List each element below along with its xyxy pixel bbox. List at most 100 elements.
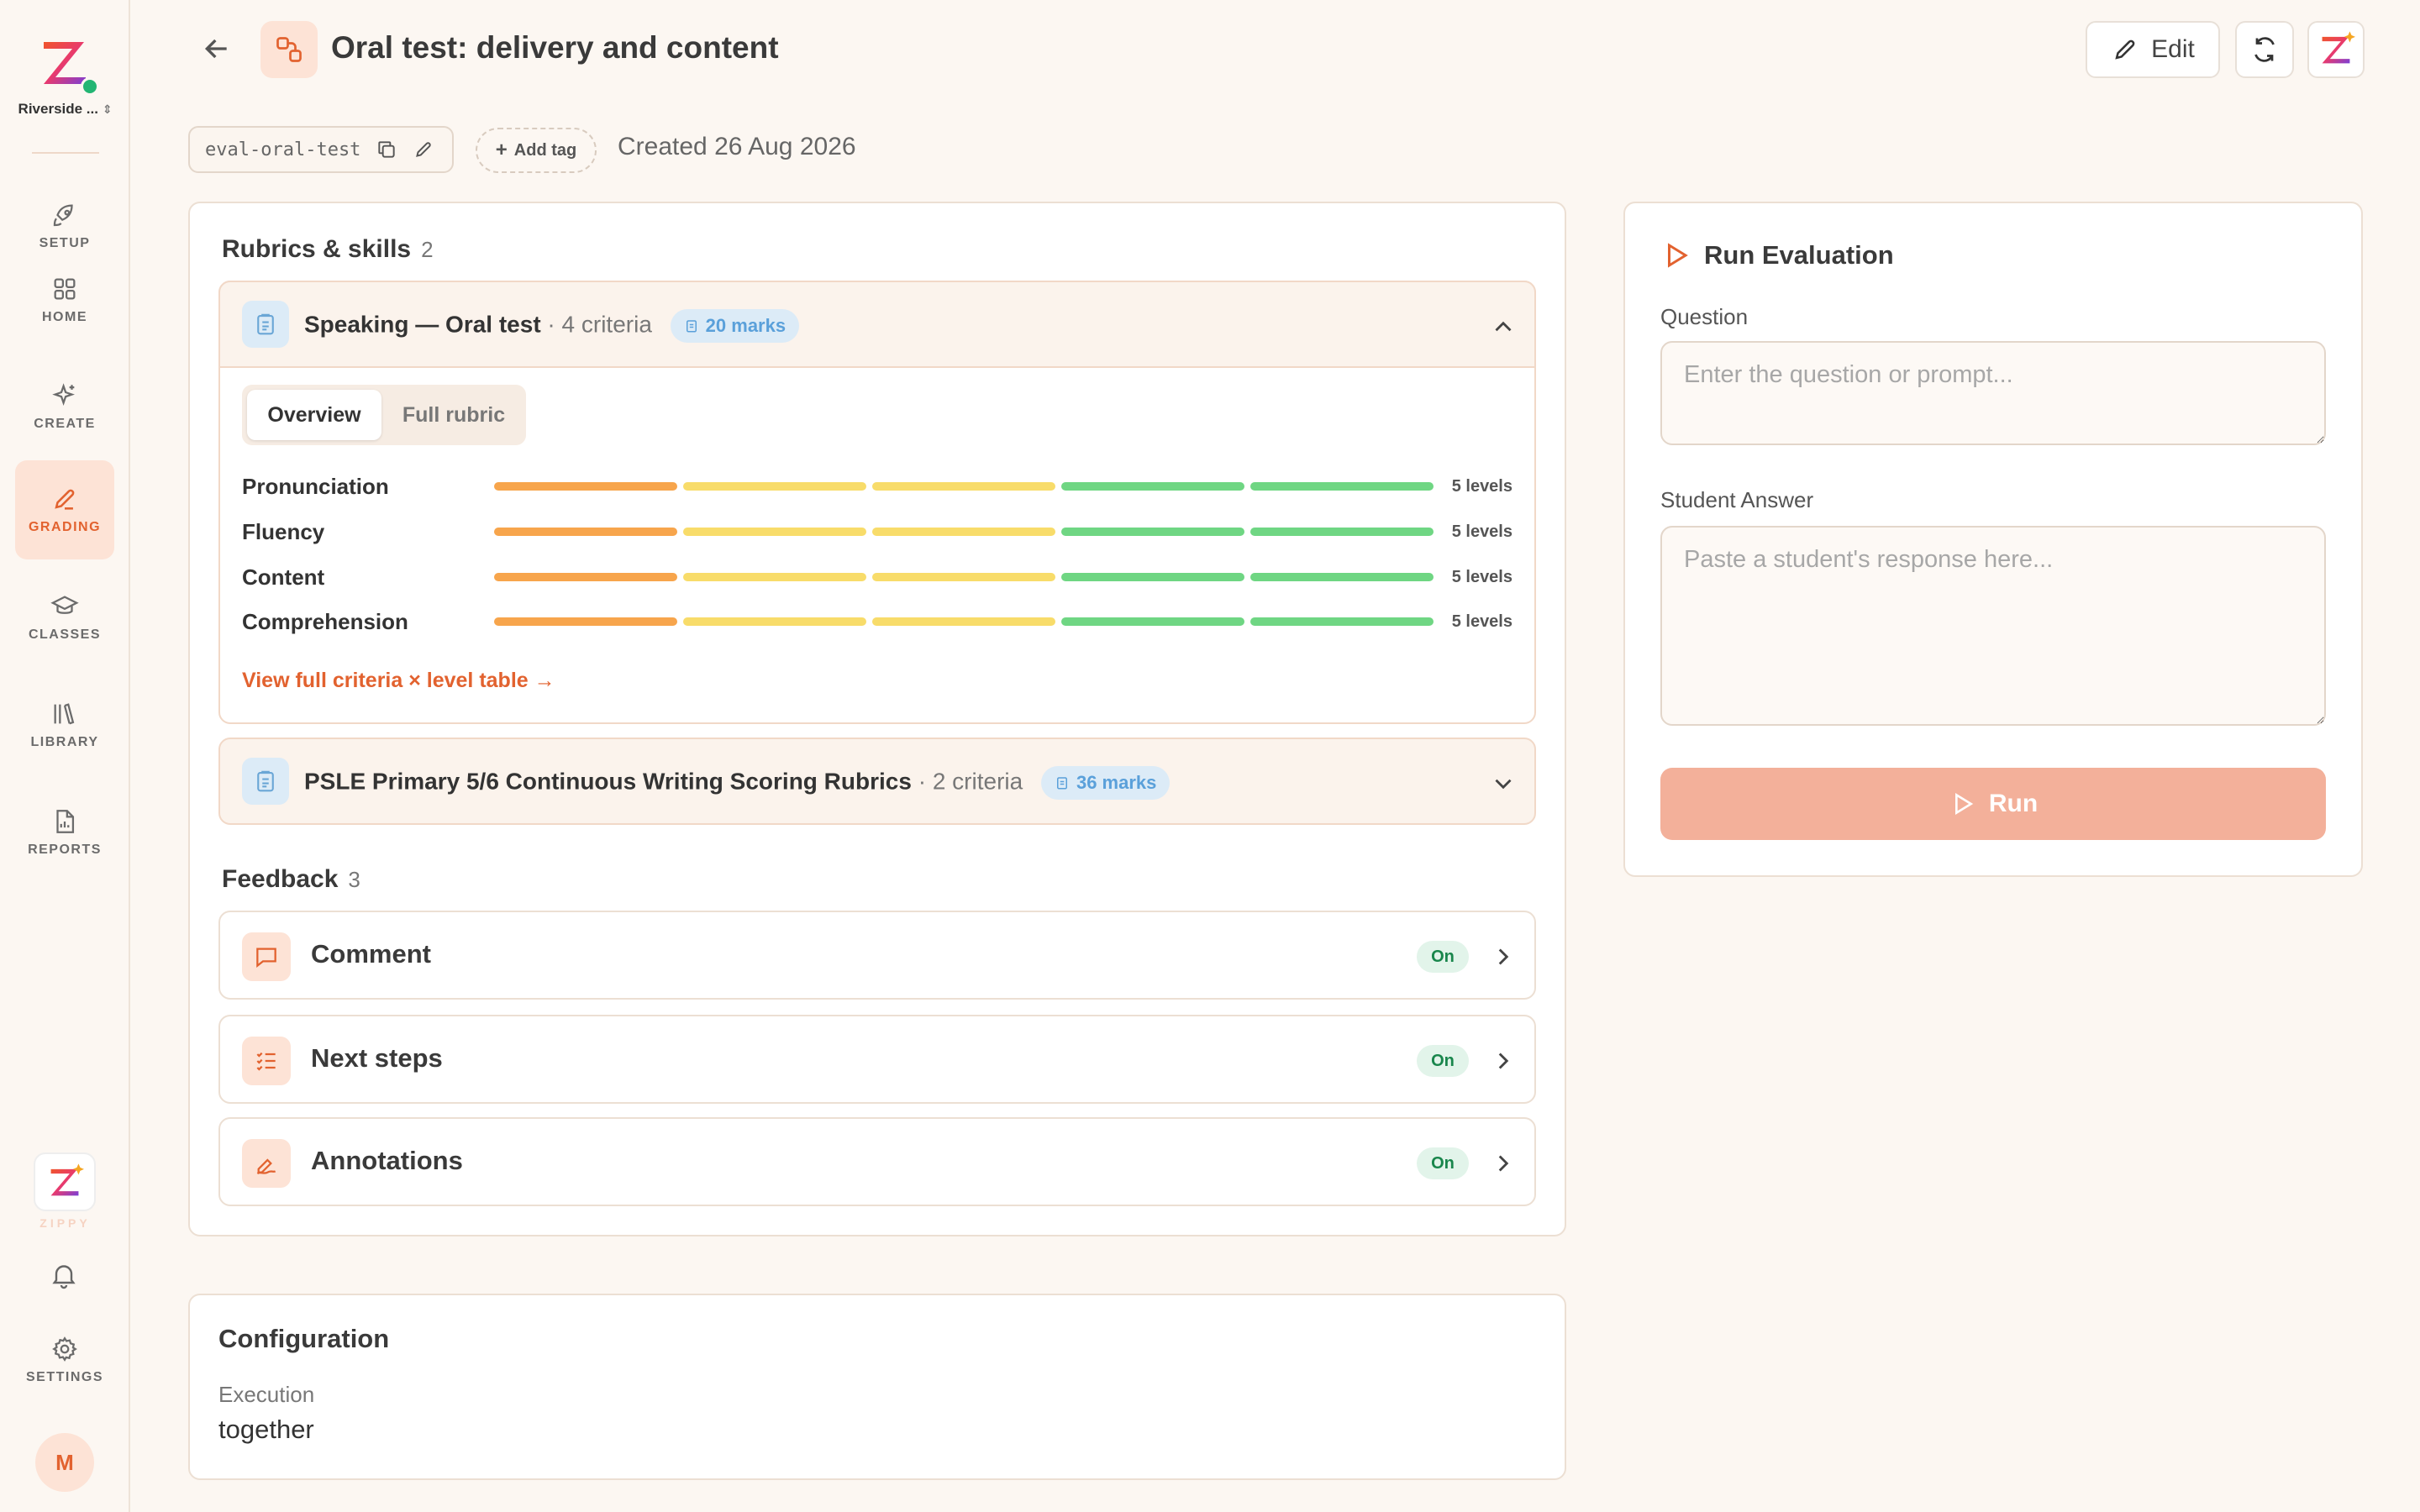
refresh-icon [2254,37,2275,62]
plus-icon: + [495,139,508,161]
zippy-button[interactable] [34,1152,96,1211]
back-arrow-icon[interactable] [200,32,234,66]
clipboard-icon [686,320,697,333]
nav-label: HOME [42,310,87,324]
rubrics-title: Rubrics & skills [222,235,412,263]
level-bar [1061,528,1244,536]
graduation-cap-icon [50,596,79,614]
feedback-name: Next steps [311,1043,443,1073]
configuration-title: Configuration [218,1324,390,1353]
add-tag-label: Add tag [513,140,577,160]
copy-icon[interactable] [376,139,397,160]
level-bar [683,528,866,536]
run-evaluation-title: Run Evaluation [1704,240,1894,270]
level-bar [1250,482,1434,491]
rubric-criteria-count: · 2 criteria [918,768,1023,795]
criterion-levels: 5 levels [1451,522,1512,541]
nav-label: GRADING [28,520,102,534]
rubrics-count: 2 [421,237,434,262]
student-answer-input[interactable] [1660,526,2326,726]
tab-full-rubric[interactable]: Full rubric [387,390,521,440]
evaluation-type-icon [260,21,318,78]
feedback-section-title: Feedback 3 [222,865,360,894]
configuration-card [188,1294,1566,1480]
marks-badge: 20 marks [670,309,800,343]
org-switcher[interactable]: Riverside ... ⇕ [0,30,130,123]
divider [32,152,99,154]
level-bar [494,528,677,536]
nav-label: CREATE [34,417,96,431]
nav-classes[interactable]: CLASSES [15,568,114,667]
pencil-icon[interactable] [413,139,434,160]
comment-icon [242,932,291,981]
slug-chip: eval-oral-test [188,126,454,173]
bell-icon[interactable] [49,1260,79,1290]
level-bar [1061,482,1244,491]
nav-label: SETUP [39,236,91,250]
chevron-up-icon[interactable] [1489,312,1518,341]
chevron-right-icon [1498,1053,1509,1069]
feedback-count: 3 [348,867,360,892]
level-bar [872,482,1055,491]
nav-label: LIBRARY [30,735,99,749]
criterion-name: Fluency [242,519,325,544]
nav-home[interactable]: HOME [15,250,114,349]
question-label: Question [1660,304,1749,329]
view-full-criteria-link[interactable]: View full criteria × level table → [242,669,555,693]
clipboard-icon [242,301,289,348]
criterion-name: Comprehension [242,609,408,634]
run-label: Run [1988,790,2039,817]
rubric-header-speaking[interactable]: Speaking — Oral test · 4 criteria 20 mar… [218,281,1536,368]
criterion-row: Comprehension 5 levels [242,607,1512,636]
nav-reports[interactable]: REPORTS [15,783,114,882]
sidebar: Riverside ... ⇕ SETUP HOME CREATE GRADIN… [0,0,130,1512]
marks-label: 36 marks [1076,772,1157,793]
level-bar [872,573,1055,581]
nav-grading[interactable]: GRADING [15,460,114,559]
refresh-button[interactable] [2235,21,2294,78]
feedback-title: Feedback [222,865,339,893]
chevron-updown-icon: ⇕ [102,102,113,116]
level-bar [872,528,1055,536]
marks-label: 20 marks [705,315,786,336]
criterion-name: Content [242,564,325,590]
clipboard-icon [1056,777,1067,790]
level-bar [1250,617,1434,626]
criterion-levels: 5 levels [1451,477,1512,496]
rocket-icon [53,204,73,227]
chevron-down-icon[interactable] [1489,769,1518,798]
nav-create[interactable]: CREATE [15,357,114,456]
zippy-assistant-button[interactable] [2307,21,2365,78]
run-button[interactable]: Run [1660,768,2326,840]
rubric-header-psle[interactable]: PSLE Primary 5/6 Continuous Writing Scor… [218,738,1536,825]
nav-library[interactable]: LIBRARY [15,675,114,774]
feedback-name: Annotations [311,1146,463,1175]
feedback-item-annotations[interactable]: Annotations On [218,1117,1536,1206]
add-tag-button[interactable]: + Add tag [476,128,597,173]
library-icon [54,703,75,725]
level-bar [1250,528,1434,536]
pencil-icon [55,489,75,510]
zippy-logo-icon [50,1163,84,1196]
report-icon [56,810,75,833]
rubrics-section-title: Rubrics & skills 2 [222,235,434,264]
tab-overview[interactable]: Overview [247,390,381,440]
level-bar [494,482,677,491]
question-input[interactable] [1660,341,2326,445]
avatar[interactable]: M [35,1433,94,1492]
level-bar [683,573,866,581]
play-icon [1668,243,1688,268]
status-badge: On [1417,1045,1469,1077]
edit-button[interactable]: Edit [2086,21,2220,78]
feedback-item-next-steps[interactable]: Next steps On [218,1015,1536,1104]
nav-settings[interactable]: SETTINGS [15,1322,114,1398]
annotation-icon [242,1139,291,1188]
level-bar [872,617,1055,626]
level-bar [1250,573,1434,581]
feedback-item-comment[interactable]: Comment On [218,911,1536,1000]
page-title: Oral test: delivery and content [331,30,779,65]
status-dot [81,77,99,96]
play-icon [1954,792,1974,816]
criterion-name: Pronunciation [242,474,389,499]
rubric-name: Speaking — Oral test [304,311,541,338]
